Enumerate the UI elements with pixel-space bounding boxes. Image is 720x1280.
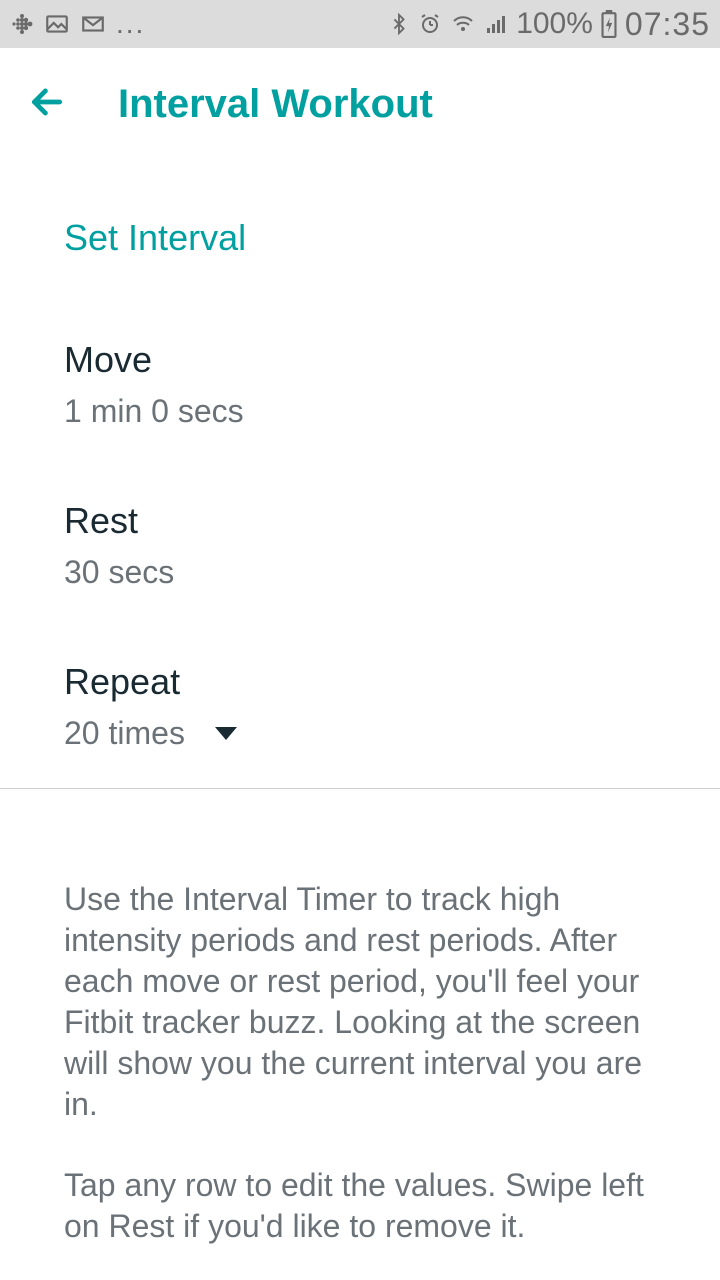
repeat-value: 20 times: [64, 715, 185, 752]
info-paragraph-2: Tap any row to edit the values. Swipe le…: [64, 1165, 656, 1247]
status-right: 100% 07:35: [388, 6, 710, 43]
row-rest[interactable]: Rest 30 secs: [64, 430, 656, 591]
back-arrow-icon[interactable]: [28, 83, 66, 126]
repeat-label: Repeat: [64, 661, 656, 703]
row-move[interactable]: Move 1 min 0 secs: [64, 269, 656, 430]
status-clock: 07:35: [625, 6, 710, 43]
chevron-down-icon[interactable]: [215, 727, 237, 740]
section-header-set-interval: Set Interval: [64, 161, 656, 269]
move-value: 1 min 0 secs: [64, 381, 656, 430]
fitbit-icon: [10, 12, 34, 36]
info-block: Use the Interval Timer to track high int…: [0, 789, 720, 1280]
battery-percent: 100%: [516, 7, 593, 41]
mail-icon: [80, 11, 106, 37]
wifi-icon: [450, 12, 476, 36]
battery-charging-icon: [601, 10, 617, 38]
row-repeat[interactable]: Repeat 20 times: [64, 591, 656, 752]
signal-icon: [484, 12, 508, 36]
rest-label: Rest: [64, 500, 656, 542]
move-label: Move: [64, 339, 656, 381]
picture-icon: [44, 11, 70, 37]
bluetooth-icon: [388, 11, 410, 37]
more-dots: ...: [116, 8, 145, 40]
page-title: Interval Workout: [118, 82, 433, 127]
info-paragraph-1: Use the Interval Timer to track high int…: [64, 879, 656, 1125]
app-header: Interval Workout: [0, 48, 720, 161]
status-left: ...: [10, 8, 145, 40]
rest-value: 30 secs: [64, 542, 656, 591]
alarm-icon: [418, 12, 442, 36]
status-bar: ... 100% 07:35: [0, 0, 720, 48]
